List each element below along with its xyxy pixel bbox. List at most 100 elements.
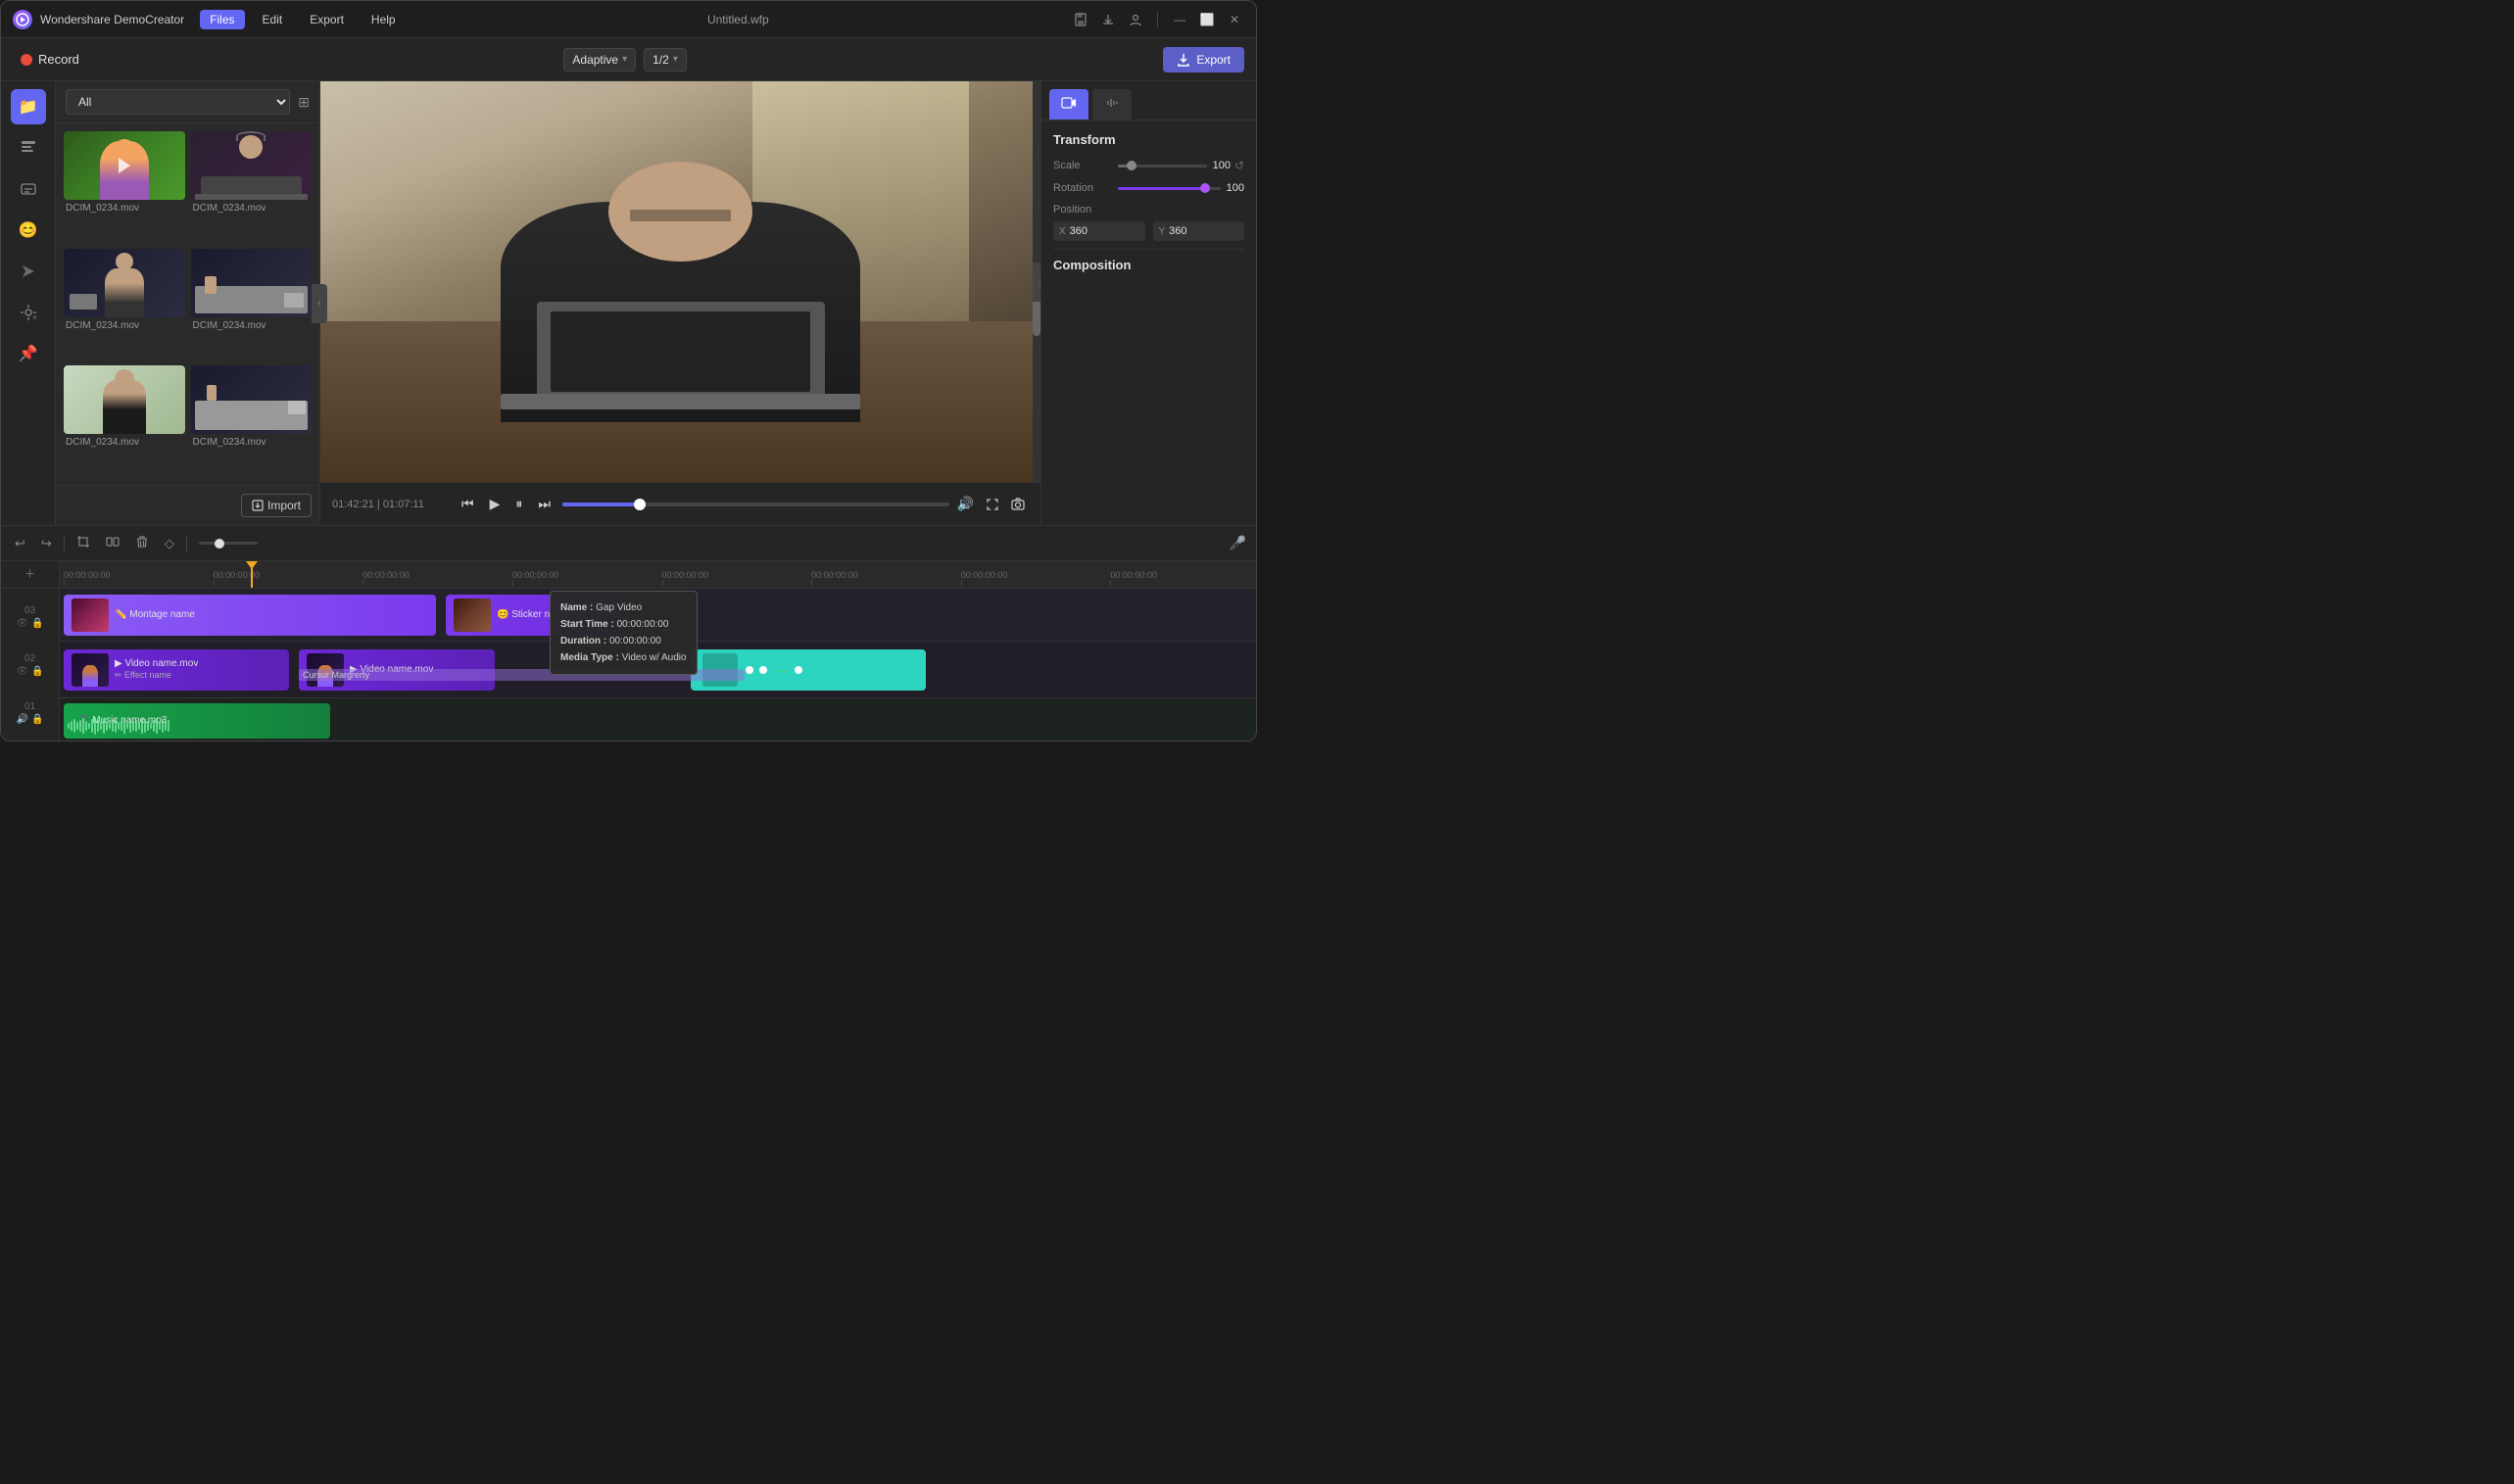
sidebar-item-captions[interactable] <box>11 171 46 207</box>
video1-effect-label: ✏ Effect name <box>115 670 198 681</box>
crop-button[interactable] <box>73 531 94 555</box>
tab-video[interactable] <box>1049 89 1088 120</box>
eye-icon-03[interactable]: 👁 <box>16 618 28 629</box>
sidebar-item-media[interactable]: 📁 <box>11 89 46 124</box>
track-icons-02: 👁 🔒 <box>16 666 43 677</box>
sidebar-item-text[interactable] <box>11 130 46 166</box>
ruler-mark: 00:00:00:00 <box>658 570 808 586</box>
media-item[interactable]: DCIM_0234.mov <box>64 131 185 243</box>
wave-bar <box>165 721 167 727</box>
maximize-button[interactable]: ⬜ <box>1197 10 1217 29</box>
progress-bar[interactable] <box>562 503 949 506</box>
scale-reset-icon[interactable]: ↺ <box>1234 159 1244 172</box>
wave-bar <box>121 721 122 727</box>
sidebar-item-annotations[interactable]: 📌 <box>11 336 46 371</box>
media-item[interactable]: DCIM_0234.mov <box>64 365 185 477</box>
montage-label: ✏️ Montage name <box>115 609 195 620</box>
position-x-field[interactable]: X 360 <box>1053 221 1145 241</box>
position-y-field[interactable]: Y 360 <box>1153 221 1245 241</box>
sidebar-item-cursor[interactable] <box>11 254 46 289</box>
track-icons-03: 👁 🔒 <box>16 618 43 629</box>
wave-bar <box>103 718 105 727</box>
adaptive-label: Adaptive <box>572 53 618 67</box>
y-label: Y <box>1159 226 1166 237</box>
export-button[interactable]: Export <box>1163 47 1244 72</box>
mic-button[interactable]: 🎤 <box>1230 535 1246 551</box>
total-time: 01:07:11 <box>383 499 424 510</box>
track-num-03: 03 <box>24 605 35 616</box>
ruler-mark: 00:00:00:00 <box>210 570 360 586</box>
skip-forward-button[interactable]: ⏭ <box>534 492 555 516</box>
sidebar-item-effects[interactable]: ✕ <box>11 295 46 330</box>
scale-value: 100 <box>1213 160 1231 171</box>
lock-icon-01[interactable]: 🔒 <box>31 714 43 725</box>
volume-icon-01[interactable]: 🔊 <box>17 714 28 725</box>
svg-text:✕: ✕ <box>32 315 37 321</box>
tab-audio[interactable] <box>1092 89 1132 120</box>
close-button[interactable]: ✕ <box>1225 10 1244 29</box>
pause-button[interactable]: ⏸ <box>511 492 526 516</box>
wave-bar <box>77 722 78 727</box>
scale-slider[interactable] <box>1118 165 1207 168</box>
media-panel: All Video Audio Image ⊞ <box>56 81 320 525</box>
lock-icon-03[interactable]: 🔒 <box>31 618 43 629</box>
timeline: ↩ ↪ ◇ <box>1 525 1256 741</box>
composition-section-title: Composition <box>1053 258 1244 272</box>
tl-dot-2 <box>759 666 767 674</box>
track-label-01: 01 🔊 🔒 <box>1 697 59 729</box>
screenshot-button[interactable] <box>1007 494 1029 515</box>
media-item[interactable]: DCIM_0234.mov <box>191 365 313 477</box>
record-button[interactable]: Record <box>13 48 87 71</box>
playhead[interactable] <box>251 561 253 588</box>
wave-bar <box>168 720 169 727</box>
minimize-button[interactable]: — <box>1170 10 1189 29</box>
toolbar-divider-1 <box>64 536 65 551</box>
wave-bar <box>112 720 114 727</box>
media-item[interactable]: DCIM_0234.mov <box>191 131 313 243</box>
menu-edit[interactable]: Edit <box>253 10 293 29</box>
media-item[interactable]: DCIM_0234.mov <box>64 249 185 360</box>
keyframe-button[interactable]: ◇ <box>161 532 178 555</box>
rotation-slider[interactable] <box>1118 187 1221 190</box>
adaptive-dropdown[interactable]: Adaptive ▾ <box>563 48 636 72</box>
media-filter-select[interactable]: All Video Audio Image <box>66 89 290 115</box>
play-button[interactable]: ▶ <box>486 492 505 516</box>
tl-arrow: → <box>773 661 789 679</box>
media-thumbnail <box>64 365 185 434</box>
skip-back-button[interactable]: ⏮ <box>458 492 478 516</box>
menu-files[interactable]: Files <box>200 10 244 29</box>
wave-bar <box>123 718 125 727</box>
montage-clip[interactable]: ✏️ Montage name <box>64 595 436 636</box>
ruler-mark: 00:00:00:00 <box>1106 570 1256 586</box>
video1-clip[interactable]: ▶ Video name.mov ✏ Effect name <box>64 649 289 691</box>
audio-clip[interactable]: 🎵 Music name.mp3 <box>64 703 330 739</box>
sidebar-item-stickers[interactable]: 😊 <box>11 213 46 248</box>
wave-bar <box>141 718 143 727</box>
eye-icon-02[interactable]: 👁 <box>16 666 28 677</box>
zoom-slider[interactable] <box>199 542 258 545</box>
panel-collapse-handle[interactable]: ‹ <box>312 284 327 323</box>
grid-toggle[interactable]: ⊞ <box>298 94 310 111</box>
menu-export[interactable]: Export <box>300 10 354 29</box>
split-button[interactable] <box>102 531 123 555</box>
save-icon[interactable] <box>1071 10 1090 29</box>
preview-expand-handle[interactable]: › <box>1033 263 1040 302</box>
media-item[interactable]: DCIM_0234.mov <box>191 249 313 360</box>
add-track-button[interactable]: + <box>1 561 59 589</box>
menu-help[interactable]: Help <box>362 10 406 29</box>
import-button[interactable]: Import <box>241 494 312 517</box>
undo-button[interactable]: ↩ <box>11 532 29 555</box>
redo-button[interactable]: ↪ <box>37 532 56 555</box>
volume-icon[interactable]: 🔊 <box>957 496 974 512</box>
zoom-dropdown[interactable]: 1/2 ▾ <box>644 48 687 72</box>
download-icon[interactable] <box>1098 10 1118 29</box>
lock-icon-02[interactable]: 🔒 <box>31 666 43 677</box>
fullscreen-button[interactable] <box>982 494 1003 515</box>
video3-dots: → <box>746 661 802 679</box>
account-icon[interactable] <box>1126 10 1145 29</box>
rotation-label: Rotation <box>1053 182 1112 194</box>
delete-button[interactable] <box>131 531 153 555</box>
toolbar-divider-2 <box>186 536 187 551</box>
tooltip-name-label: Name : <box>560 602 593 613</box>
rotation-value: 100 <box>1227 182 1244 194</box>
